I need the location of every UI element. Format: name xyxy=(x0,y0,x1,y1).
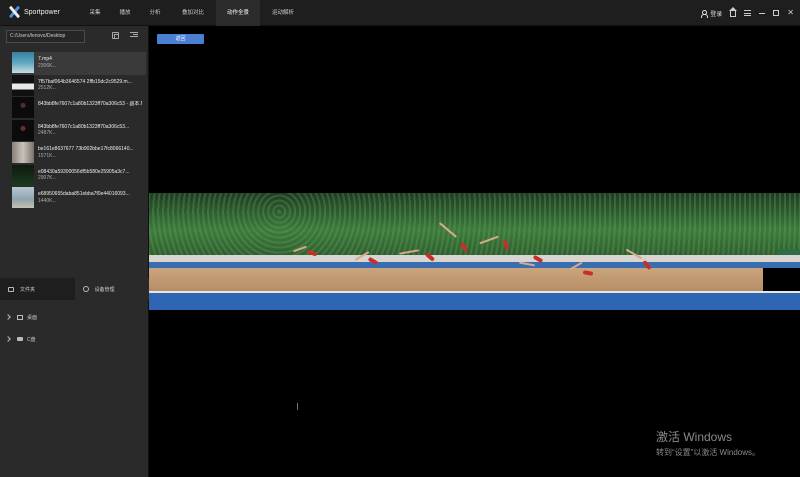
sportpower-logo-icon xyxy=(8,6,20,18)
main-nav: 采集 播放 分析 叠加对比 动作全景 运动解析 xyxy=(80,0,306,26)
tab-motion-analysis[interactable]: 运动解析 xyxy=(260,0,306,26)
login-label: 登录 xyxy=(710,11,723,18)
back-button[interactable]: 返回 xyxy=(157,34,204,44)
tab-capture[interactable]: 采集 xyxy=(80,0,110,26)
file-size: 2512K... xyxy=(38,85,57,91)
file-thumbnail xyxy=(12,74,34,96)
tab-folders-label: 文件夹 xyxy=(20,286,36,293)
monitor-icon xyxy=(17,314,23,320)
app-logo: Sportpower xyxy=(8,6,60,18)
close-icon[interactable]: ✕ xyxy=(787,9,794,17)
sidebar: C:/Users/lenovo/Desktop 7.mp4 2306K... 7f… xyxy=(0,26,149,477)
file-thumbnail xyxy=(12,164,34,186)
file-item-5[interactable]: e08430a59300056df5b580e25905a3c7... 2907K… xyxy=(12,164,146,188)
file-size: 2306K... xyxy=(38,62,57,69)
main-panel: 返回 激活 Windows 转到“设置”以激活 Windows。 xyxy=(149,26,800,477)
maximize-icon[interactable] xyxy=(773,10,780,16)
tab-folders[interactable]: 文件夹 xyxy=(0,278,75,300)
tree-item-label: 桌面 xyxy=(27,314,38,321)
home-icon[interactable] xyxy=(729,7,738,17)
file-size: 1571K... xyxy=(38,152,57,159)
file-thumbnail xyxy=(12,119,34,141)
curb xyxy=(149,255,800,262)
tree-item-label: C盘 xyxy=(27,336,36,343)
tab-playback[interactable]: 播放 xyxy=(110,0,140,26)
file-item-3[interactable]: 843bb8fe7607c1a80b1323ff70a306c53... 2487… xyxy=(12,119,146,143)
file-thumbnail xyxy=(12,142,34,163)
chevron-right-icon[interactable] xyxy=(5,314,11,320)
file-size: 2487K... xyxy=(38,130,57,136)
user-icon xyxy=(700,9,709,18)
chevron-right-icon[interactable] xyxy=(5,336,11,342)
file-item-4[interactable]: be161e8637677 73b902bbe17fc8066140... 157… xyxy=(12,142,146,165)
file-thumbnail xyxy=(12,187,34,208)
file-name: e68950655daba851ebba7f0e44016093... xyxy=(38,191,130,197)
file-thumbnail xyxy=(12,52,34,73)
file-name: be161e8637677 73b902bbe17fc8066140... xyxy=(38,146,134,152)
file-size: 2907K... xyxy=(38,175,57,181)
tree-item-desktop[interactable]: 桌面 xyxy=(0,306,149,328)
device-tree: 桌面 C盘 xyxy=(0,306,149,350)
windows-activation-watermark: 激活 Windows 转到“设置”以激活 Windows。 xyxy=(656,428,760,458)
tab-motion-panorama[interactable]: 动作全景 xyxy=(216,0,260,26)
watermark-subtitle: 转到“设置”以激活 Windows。 xyxy=(656,448,761,457)
file-item-2[interactable]: 843bb8fe7607c1a80b1323ff70a306c53 - 副本.M… xyxy=(12,97,146,120)
list-view-icon[interactable] xyxy=(130,32,138,39)
minimize-icon[interactable] xyxy=(759,12,766,14)
app-name: Sportpower xyxy=(24,8,60,16)
file-item-1[interactable]: 7f57baf064b3646574 2ffb15dc2c9529.m... 25… xyxy=(12,74,146,98)
tab-analysis[interactable]: 分析 xyxy=(140,0,170,26)
file-size: 1440K... xyxy=(38,197,57,204)
file-thumbnail xyxy=(12,97,34,118)
track-surface xyxy=(149,293,800,310)
folder-icon xyxy=(8,286,14,292)
file-item-0[interactable]: 7.mp4 2306K... xyxy=(12,52,146,75)
open-folder-icon[interactable] xyxy=(112,32,119,39)
sand-pit xyxy=(149,268,763,292)
window-controls: 登录 ✕ xyxy=(700,0,794,26)
tab-device-management[interactable]: 设备管理 xyxy=(74,278,149,300)
title-bar: Sportpower 采集 播放 分析 叠加对比 动作全景 运动解析 登录 ✕ xyxy=(0,0,800,26)
sidebar-tabs: 文件夹 设备管理 xyxy=(0,278,149,300)
hedge-background xyxy=(149,193,800,255)
tree-item-c-drive[interactable]: C盘 xyxy=(0,328,149,350)
panorama-image xyxy=(149,193,800,310)
path-input[interactable]: C:/Users/lenovo/Desktop xyxy=(6,30,85,43)
menu-icon[interactable] xyxy=(744,10,752,16)
file-list: 7.mp4 2306K... 7f57baf064b3646574 2ffb15d… xyxy=(12,52,146,210)
tab-overlay-compare[interactable]: 叠加对比 xyxy=(170,0,216,26)
file-item-6[interactable]: e68950655daba851ebba7f0e44016093... 1440K… xyxy=(12,187,146,210)
mouse-cursor xyxy=(297,403,298,410)
device-icon xyxy=(82,286,89,292)
disk-icon xyxy=(17,337,23,341)
tab-device-management-label: 设备管理 xyxy=(94,286,115,293)
watermark-title: 激活 Windows xyxy=(656,430,733,444)
login-button[interactable]: 登录 xyxy=(700,9,722,18)
file-name: 843bb8fe7607c1a80b1323ff70a306c53 - 副本.M… xyxy=(38,101,142,107)
